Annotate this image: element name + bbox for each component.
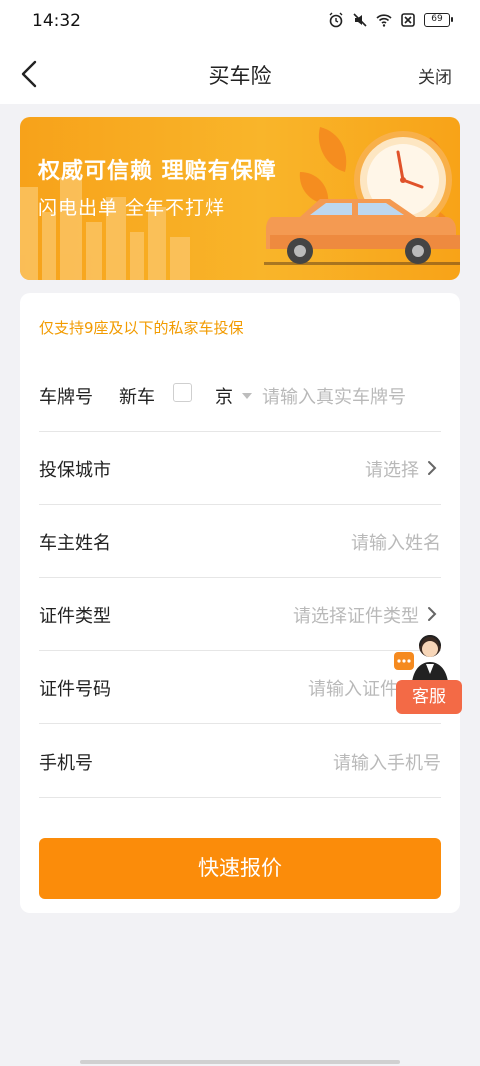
page-title: 买车险 xyxy=(208,64,272,88)
owner-name-row: 车主姓名 请输入姓名 xyxy=(39,505,441,578)
vehicle-notice: 仅支持9座及以下的私家车投保 xyxy=(39,319,244,337)
id-number-label: 证件号码 xyxy=(39,679,111,700)
city-select[interactable]: 请选择 xyxy=(365,456,419,482)
banner-subtitle: 闪电出单 全年不打烊 xyxy=(38,197,226,219)
status-icons: 69 xyxy=(328,12,453,28)
id-type-select[interactable]: 请选择证件类型 xyxy=(293,602,419,628)
phone-row: 手机号 请输入手机号 xyxy=(39,725,441,798)
caret-down-icon[interactable] xyxy=(242,393,252,399)
id-type-label: 证件类型 xyxy=(39,606,111,627)
id-type-row[interactable]: 证件类型 请选择证件类型 xyxy=(39,578,441,651)
promo-banner[interactable]: 权威可信赖 理赔有保障 闪电出单 全年不打烊 xyxy=(20,117,460,280)
customer-service-widget[interactable]: 客服 xyxy=(394,632,464,716)
close-button[interactable]: 关闭 xyxy=(418,63,452,88)
phone-label: 手机号 xyxy=(39,753,93,774)
insurance-form: 仅支持9座及以下的私家车投保 车牌号 新车 京 请输入真实车牌号 投保城市 请选… xyxy=(20,293,460,913)
nav-bar: 买车险 关闭 xyxy=(0,44,480,104)
phone-input[interactable]: 请输入手机号 xyxy=(333,749,441,775)
id-number-input[interactable]: 请输入证件 xyxy=(308,675,398,701)
plate-row: 车牌号 新车 京 请输入真实车牌号 xyxy=(39,359,441,432)
alarm-icon xyxy=(329,12,343,28)
owner-name-input[interactable]: 请输入姓名 xyxy=(351,529,441,555)
quick-quote-button[interactable]: 快速报价 xyxy=(39,838,441,899)
sim-off-icon xyxy=(401,13,415,27)
id-number-row: 证件号码 请输入证件 xyxy=(39,651,441,724)
plate-input[interactable]: 请输入真实车牌号 xyxy=(262,383,406,409)
city-label: 投保城市 xyxy=(39,460,111,481)
chevron-right-icon xyxy=(428,607,437,621)
new-car-label: 新车 xyxy=(119,387,155,408)
province-select[interactable]: 京 xyxy=(215,383,233,409)
owner-name-label: 车主姓名 xyxy=(39,533,111,554)
city-row[interactable]: 投保城市 请选择 xyxy=(39,432,441,505)
battery-icon: 69 xyxy=(424,13,453,27)
chevron-right-icon xyxy=(428,461,437,475)
customer-service-button[interactable]: 客服 xyxy=(396,680,462,714)
wifi-icon xyxy=(376,14,392,27)
home-indicator xyxy=(80,1060,400,1064)
mute-icon xyxy=(353,13,367,27)
status-bar: 14:32 69 xyxy=(0,0,480,44)
banner-title: 权威可信赖 理赔有保障 xyxy=(38,159,277,184)
status-time: 14:32 xyxy=(32,11,81,31)
plate-label: 车牌号 xyxy=(39,387,93,408)
new-car-checkbox[interactable] xyxy=(173,383,192,402)
